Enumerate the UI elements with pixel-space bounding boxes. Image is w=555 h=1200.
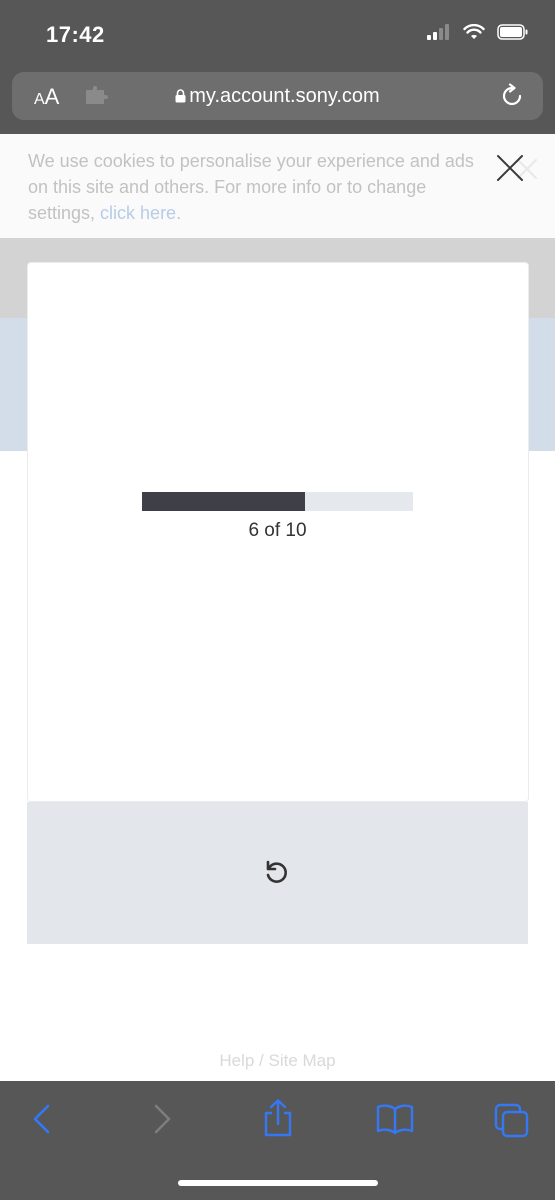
progress-bar xyxy=(142,492,413,511)
cookie-message: We use cookies to personalise your exper… xyxy=(28,151,474,223)
back-icon[interactable] xyxy=(30,1103,54,1135)
share-icon[interactable] xyxy=(262,1099,294,1137)
bookmarks-icon[interactable] xyxy=(376,1103,414,1135)
url-text[interactable]: my.account.sony.com xyxy=(12,85,543,108)
status-icons xyxy=(427,24,529,40)
home-indicator xyxy=(178,1180,378,1186)
wifi-icon xyxy=(463,24,485,39)
close-icon[interactable] xyxy=(492,152,544,192)
cookie-settings-link[interactable]: click here xyxy=(100,203,176,223)
status-bar: 17:42 xyxy=(0,0,555,70)
progress-fill xyxy=(142,492,305,511)
forward-icon[interactable] xyxy=(150,1103,174,1135)
reload-panel xyxy=(27,802,528,944)
battery-icon xyxy=(497,24,528,40)
url-label: my.account.sony.com xyxy=(189,85,380,107)
cookie-banner: We use cookies to personalise your exper… xyxy=(0,134,555,239)
cookie-text: We use cookies to personalise your exper… xyxy=(28,148,498,226)
tabs-icon[interactable] xyxy=(494,1103,530,1139)
status-time: 17:42 xyxy=(46,22,105,47)
browser-address-bar: AA my.account.sony.com xyxy=(0,70,555,134)
refresh-icon[interactable] xyxy=(263,859,291,887)
reload-icon[interactable] xyxy=(499,83,525,109)
cookie-period: . xyxy=(176,203,182,223)
signal-icon xyxy=(427,24,449,40)
help-site-map-link[interactable]: Help / Site Map xyxy=(0,1051,555,1071)
lock-icon xyxy=(175,89,186,103)
progress-label: 6 of 10 xyxy=(248,520,307,541)
address-pill[interactable]: AA my.account.sony.com xyxy=(12,72,543,120)
